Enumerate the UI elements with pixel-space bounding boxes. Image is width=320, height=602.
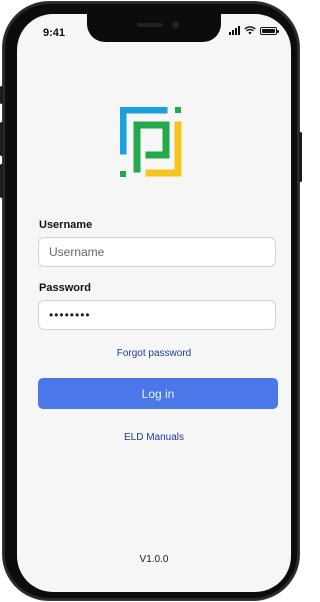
volume-down-button xyxy=(0,164,3,198)
password-input[interactable] xyxy=(38,300,276,330)
speaker xyxy=(137,23,163,27)
battery-icon xyxy=(260,26,279,35)
app-logo xyxy=(120,107,182,177)
username-input[interactable] xyxy=(38,237,276,267)
front-camera xyxy=(172,21,179,28)
cellular-signal-icon xyxy=(229,26,240,35)
screen: 9:41 Username Password Forg xyxy=(17,14,291,592)
password-label: Password xyxy=(39,282,91,294)
status-time: 9:41 xyxy=(43,27,66,39)
forgot-password-link[interactable]: Forgot password xyxy=(17,348,291,359)
login-button[interactable]: Log in xyxy=(38,378,278,409)
eld-manuals-link[interactable]: ELD Manuals xyxy=(17,432,291,443)
wifi-icon xyxy=(244,26,256,35)
power-button xyxy=(299,132,302,182)
mute-switch xyxy=(0,86,3,104)
app-version: V1.0.0 xyxy=(139,554,169,565)
username-label: Username xyxy=(39,219,93,231)
volume-up-button xyxy=(0,122,3,156)
phone-frame: 9:41 Username Password Forg xyxy=(0,2,302,600)
status-icons xyxy=(229,26,279,35)
notch xyxy=(87,14,221,42)
